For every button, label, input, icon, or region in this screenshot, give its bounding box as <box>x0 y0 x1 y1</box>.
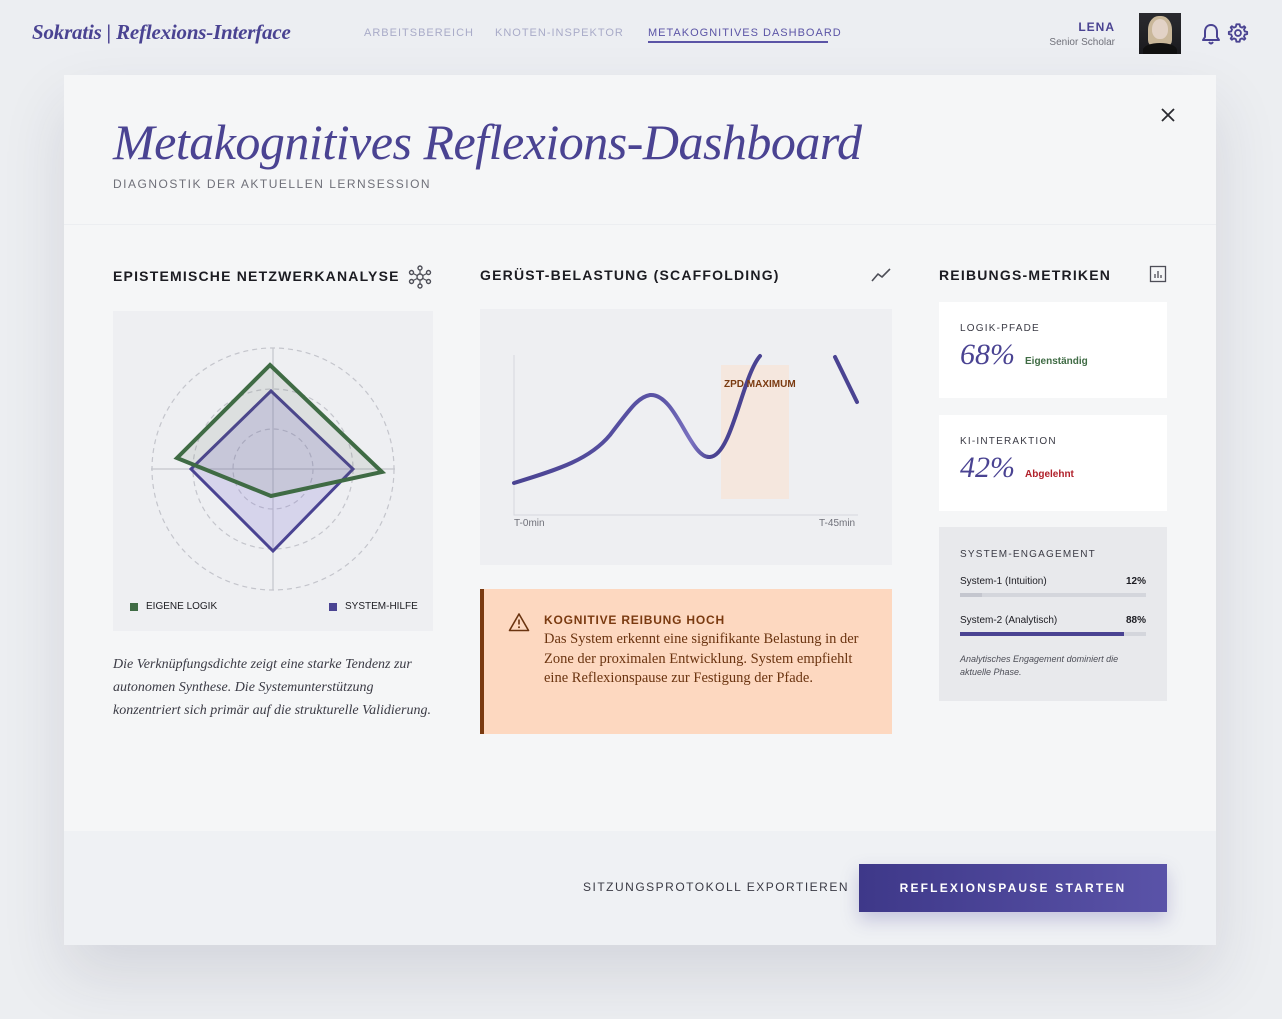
scaffolding-section-title: GERÜST-BELASTUNG (SCAFFOLDING) <box>480 267 780 283</box>
reflection-dashboard-modal: Metakognitives Reflexions-Dashboard DIAG… <box>64 75 1216 945</box>
friction-alert: KOGNITIVE REIBUNG HOCH Das System erkenn… <box>480 589 892 734</box>
legend-swatch-green <box>130 602 138 611</box>
modal-title: Metakognitives Reflexions-Dashboard <box>113 114 862 170</box>
modal-subtitle: DIAGNOSTIK DER AKTUELLEN LERNSESSION <box>113 177 432 191</box>
system-engagement-panel: SYSTEM-ENGAGEMENT System-1 (Intuition) 1… <box>939 527 1167 701</box>
network-graph-icon <box>408 265 432 289</box>
metric-value: 68% <box>960 338 1015 371</box>
legend-label-system-hilfe: SYSTEM-HILFE <box>345 601 418 612</box>
metric-note: Eigenständig <box>1025 356 1088 367</box>
bell-icon[interactable] <box>1201 23 1221 45</box>
start-reflection-pause-button[interactable]: REFLEXIONSPAUSE STARTEN <box>859 864 1167 912</box>
close-icon[interactable] <box>1159 106 1177 124</box>
engagement-title: SYSTEM-ENGAGEMENT <box>960 549 1096 560</box>
engagement-row-value: 88% <box>1125 615 1146 626</box>
metric-label: KI-INTERAKTION <box>960 436 1057 447</box>
active-nav-underline <box>648 41 828 43</box>
app-brand[interactable]: Sokratis | Reflexions-Interface <box>32 20 291 45</box>
network-description: Die Verknüpfungsdichte zeigt eine starke… <box>113 657 431 718</box>
alert-title: KOGNITIVE REIBUNG HOCH <box>544 613 725 627</box>
engagement-row-label: System-2 (Analytisch) <box>960 615 1058 626</box>
legend-eigene-logik: EIGENE LOGIK <box>130 601 217 612</box>
x-axis-end-label: T-45min <box>819 518 856 529</box>
nav-item-knoten-inspektor[interactable]: KNOTEN-INSPEKTOR <box>495 27 624 39</box>
scaffolding-line-chart: ZPD MAXIMUM T-0min T-45min <box>480 309 892 565</box>
user-name: LENA <box>1078 20 1115 34</box>
metric-card-logik-pfade: LOGIK-PFADE 68% Eigenständig <box>939 302 1167 398</box>
engagement-row-value: 12% <box>1125 576 1146 587</box>
network-section-title: EPISTEMISCHE NETZWERKANALYSE <box>113 268 400 284</box>
zpd-maximum-label: ZPD MAXIMUM <box>724 379 796 390</box>
engagement-fill <box>960 593 983 597</box>
modal-header: Metakognitives Reflexions-Dashboard DIAG… <box>64 75 1216 225</box>
trend-line-icon <box>871 268 891 282</box>
bar-chart-icon <box>1149 265 1167 283</box>
nav-item-arbeitsbereich[interactable]: ARBEITSBEREICH <box>364 27 474 39</box>
legend-system-hilfe: SYSTEM-HILFE <box>329 601 418 612</box>
metrics-section-title: REIBUNGS-METRIKEN <box>939 267 1112 283</box>
engagement-bar-system-2 <box>960 632 1146 636</box>
metric-value: 42% <box>960 451 1015 484</box>
gear-icon[interactable] <box>1227 22 1249 44</box>
top-navigation-bar: Sokratis | Reflexions-Interface ARBEITSB… <box>0 0 1282 70</box>
metric-card-ki-interaktion: KI-INTERAKTION 42% Abgelehnt <box>939 415 1167 511</box>
warning-icon <box>508 613 530 632</box>
export-protocol-link[interactable]: SITZUNGSPROTOKOLL EXPORTIEREN <box>583 880 849 894</box>
metric-note: Abgelehnt <box>1025 469 1074 480</box>
user-role: Senior Scholar <box>1049 37 1115 48</box>
alert-text: Das System erkennt eine signifikante Bel… <box>544 631 859 686</box>
radar-chart: EIGENE LOGIK SYSTEM-HILFE <box>113 311 433 631</box>
metric-label: LOGIK-PFADE <box>960 323 1040 334</box>
avatar[interactable] <box>1139 13 1181 54</box>
legend-label-eigene-logik: EIGENE LOGIK <box>146 601 218 612</box>
legend-swatch-purple <box>329 602 337 611</box>
engagement-bar-system-1 <box>960 593 1146 597</box>
x-axis-start-label: T-0min <box>514 518 545 529</box>
modal-footer: SITZUNGSPROTOKOLL EXPORTIEREN REFLEXIONS… <box>64 831 1216 945</box>
nav-item-metakognitives-dashboard[interactable]: METAKOGNITIVES DASHBOARD <box>648 27 842 39</box>
engagement-fill <box>960 632 1124 636</box>
engagement-row-label: System-1 (Intuition) <box>960 576 1047 587</box>
engagement-note: Analytisches Engagement dominiert die ak… <box>960 654 1119 677</box>
scaffolding-line-tail <box>833 355 859 404</box>
